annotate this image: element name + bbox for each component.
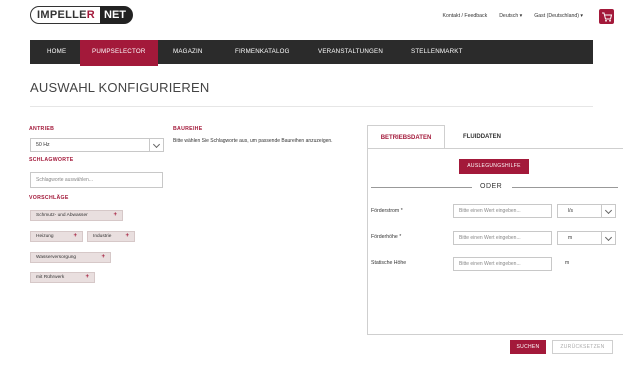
main-navigation: HOME PUMPSELECTOR MAGAZIN FIRMENKATALOG … — [30, 40, 593, 66]
page-title: AUSWAHL KONFIGURIEREN — [30, 80, 210, 95]
title-divider — [30, 106, 593, 107]
oder-label: ODER — [480, 183, 503, 190]
logo-impeller-part: IMPELLER — [30, 6, 102, 24]
nav-item-magazin[interactable]: MAGAZIN — [173, 40, 203, 64]
statische-hoehe-unit: m — [565, 260, 570, 266]
statische-hoehe-label: Statische Höhe — [371, 260, 407, 266]
user-dropdown[interactable]: Gast (Deutschland) ▾ — [534, 13, 583, 19]
suggestion-tag-heizung[interactable]: Heizung + — [30, 231, 83, 242]
baureihe-hint: Bitte wählen Sie Schlagworte aus, um pas… — [173, 138, 333, 144]
antrieb-select[interactable]: 50 Hz — [30, 138, 164, 152]
schlagworte-label: SCHLAGWORTE — [29, 157, 74, 163]
logo-net-part: NET — [100, 6, 134, 24]
plus-icon: + — [125, 233, 129, 239]
foerderstrom-input[interactable]: Bitte einen Wert eingeben... — [453, 204, 552, 218]
nav-item-pumpselector[interactable]: PUMPSELECTOR — [80, 40, 158, 66]
foerderstrom-unit-value: l/s — [568, 208, 573, 214]
foerderhoehe-unit-select[interactable]: m — [557, 231, 616, 245]
foerderstrom-label: Förderstrom * — [371, 208, 403, 214]
foerderhoehe-input[interactable]: Bitte einen Wert eingeben... — [453, 231, 552, 245]
top-bar: IMPELLER NET Kontakt / Feedback Deutsch … — [0, 0, 623, 38]
vorschlaege-label: VORSCHLÄGE — [29, 195, 69, 201]
suchen-button[interactable]: SUCHEN — [510, 340, 546, 354]
foerderstrom-unit-select[interactable]: l/s — [557, 204, 616, 218]
tab-fluiddaten[interactable]: FLUIDDATEN — [451, 125, 513, 149]
nav-item-stellenmarkt[interactable]: STELLENMARKT — [411, 40, 463, 64]
suggestion-tag-mit-ruehrwerk[interactable]: mit Rührwerk + — [30, 272, 95, 283]
oder-divider-left — [371, 187, 472, 188]
chevron-down-icon — [601, 232, 615, 244]
impeller-net-logo[interactable]: IMPELLER NET — [30, 5, 134, 25]
foerderhoehe-unit-value: m — [568, 235, 573, 241]
right-tabs: BETRIEBSDATEN FLUIDDATEN — [367, 125, 623, 149]
antrieb-selected-value: 50 Hz — [36, 142, 50, 148]
chevron-down-icon — [601, 205, 615, 217]
schlagworte-input[interactable]: Schlagworte auswählen... — [30, 172, 163, 188]
nav-item-home[interactable]: HOME — [47, 40, 66, 64]
top-links: Kontakt / Feedback Deutsch ▾ Gast (Deuts… — [442, 13, 583, 19]
antrieb-label: ANTRIEB — [29, 126, 55, 132]
cart-icon[interactable] — [599, 9, 614, 24]
suggestion-tag-wasserversorgung[interactable]: Wasserversorgung + — [30, 252, 111, 263]
chevron-down-icon — [149, 139, 163, 151]
baureihe-label: BAUREIHE — [173, 126, 203, 132]
contact-feedback-link[interactable]: Kontakt / Feedback — [442, 13, 487, 19]
plus-icon: + — [85, 274, 89, 280]
nav-item-veranstaltungen[interactable]: VERANSTALTUNGEN — [318, 40, 383, 64]
foerderhoehe-label: Förderhöhe * — [371, 234, 402, 240]
zuruecksetzen-button[interactable]: ZURÜCKSETZEN — [552, 340, 613, 354]
plus-icon: + — [73, 233, 77, 239]
plus-icon: + — [101, 254, 105, 260]
oder-divider-right — [512, 187, 618, 188]
auslegungshilfe-button[interactable]: AUSLEGUNGSHILFE — [459, 159, 529, 174]
statische-hoehe-input[interactable]: Bitte einen Wert eingeben... — [453, 257, 552, 271]
plus-icon: + — [113, 212, 117, 218]
nav-item-firmenkatalog[interactable]: FIRMENKATALOG — [235, 40, 290, 64]
tab-betriebsdaten[interactable]: BETRIEBSDATEN — [367, 125, 445, 149]
suggestion-tag-schmutz-abwasser[interactable]: Schmutz- und Abwasser + — [30, 210, 123, 221]
suggestion-tag-industrie[interactable]: Industrie + — [87, 231, 135, 242]
language-dropdown[interactable]: Deutsch ▾ — [499, 13, 522, 19]
